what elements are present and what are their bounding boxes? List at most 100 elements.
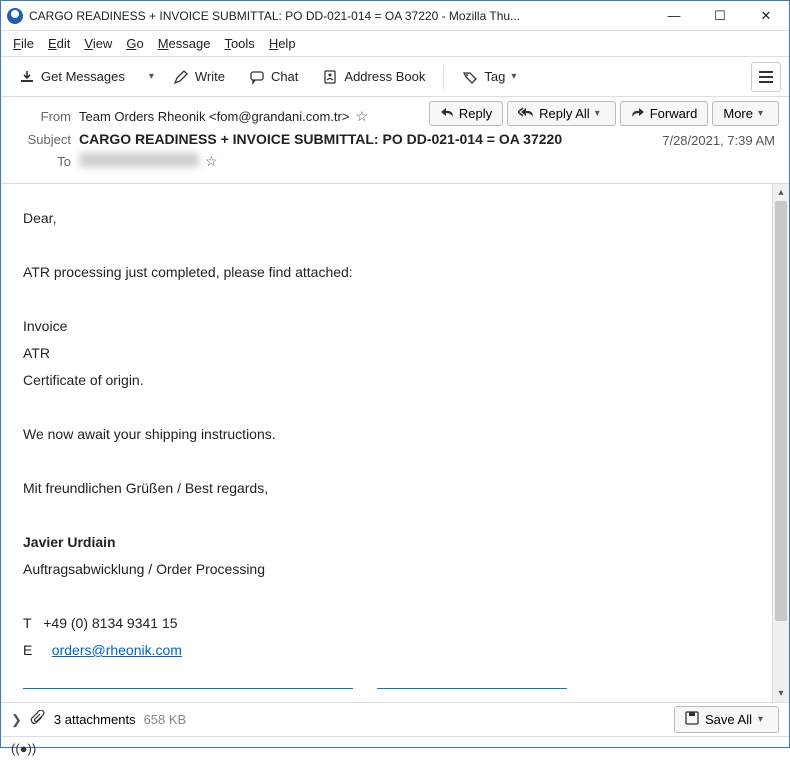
body-item2: ATR <box>23 343 750 364</box>
window-title: CARGO READINESS + INVOICE SUBMITTAL: PO … <box>29 9 651 23</box>
to-row: To ☆ <box>15 150 775 173</box>
subject-label: Subject <box>15 132 71 147</box>
forward-icon <box>631 106 645 121</box>
subject-row: Subject CARGO READINESS + INVOICE SUBMIT… <box>15 128 775 150</box>
chat-button[interactable]: Chat <box>239 63 308 91</box>
window-buttons: — ☐ ✕ <box>651 1 789 31</box>
forward-label: Forward <box>650 106 698 121</box>
reply-all-icon <box>518 106 534 121</box>
save-all-button[interactable]: Save All ▾ <box>674 706 779 733</box>
signature-phone: T +49 (0) 8134 9341 15 <box>23 613 750 634</box>
scroll-down-icon[interactable]: ▾ <box>773 685 789 702</box>
chat-label: Chat <box>271 69 298 84</box>
menubar: File Edit View Go Message Tools Help <box>1 31 789 57</box>
body-line1: ATR processing just completed, please fi… <box>23 262 750 283</box>
subject-value: CARGO READINESS + INVOICE SUBMITTAL: PO … <box>79 131 562 147</box>
download-icon <box>19 69 35 85</box>
message-date: 7/28/2021, 7:39 AM <box>662 133 775 148</box>
star-from-icon[interactable]: ☆ <box>355 108 368 125</box>
attachments-count[interactable]: 3 attachments <box>54 712 136 727</box>
body-item1: Invoice <box>23 316 750 337</box>
get-messages-dropdown[interactable]: ▾ <box>139 65 159 88</box>
reply-icon <box>440 106 454 121</box>
attachments-bar: ❯ 3 attachments 658 KB Save All ▾ <box>1 702 789 736</box>
save-all-dropdown-icon: ▾ <box>758 714 768 725</box>
divider-row-1 <box>23 688 750 689</box>
body-item3: Certificate of origin. <box>23 370 750 391</box>
paperclip-icon <box>30 710 46 730</box>
close-button[interactable]: ✕ <box>743 1 789 31</box>
more-button[interactable]: More ▾ <box>712 101 779 126</box>
reply-button[interactable]: Reply <box>429 101 503 126</box>
expand-attachments-icon[interactable]: ❯ <box>11 712 22 728</box>
menu-view[interactable]: View <box>78 34 118 53</box>
email-label: E <box>23 642 32 658</box>
body-greeting: Dear, <box>23 208 750 229</box>
save-icon <box>685 711 699 728</box>
app-icon <box>7 8 23 24</box>
email-link[interactable]: orders@rheonik.com <box>52 642 182 658</box>
chat-icon <box>249 69 265 85</box>
scroll-up-icon[interactable]: ▴ <box>773 184 789 201</box>
get-messages-label: Get Messages <box>41 69 125 84</box>
pencil-icon <box>173 69 189 85</box>
maximize-button[interactable]: ☐ <box>697 1 743 31</box>
phone-value: +49 (0) 8134 9341 15 <box>43 615 177 631</box>
body-line2: We now await your shipping instructions. <box>23 424 750 445</box>
write-label: Write <box>195 69 225 84</box>
reply-label: Reply <box>459 106 492 121</box>
reply-all-label: Reply All <box>539 106 590 121</box>
titlebar: CARGO READINESS + INVOICE SUBMITTAL: PO … <box>1 1 789 31</box>
attachments-size: 658 KB <box>144 712 187 727</box>
menu-help[interactable]: Help <box>263 34 302 53</box>
scroll-thumb[interactable] <box>775 201 787 621</box>
to-value[interactable] <box>79 153 199 170</box>
write-button[interactable]: Write <box>163 63 235 91</box>
from-label: From <box>15 109 71 124</box>
news-text: Please see the latest news about our del… <box>50 701 420 702</box>
message-body: Dear, ATR processing just completed, ple… <box>1 184 772 702</box>
minimize-button[interactable]: — <box>651 1 697 31</box>
menu-go[interactable]: Go <box>120 34 149 53</box>
reply-all-dropdown-icon: ▾ <box>595 108 605 119</box>
signature-title: Auftragsabwicklung / Order Processing <box>23 559 750 580</box>
menu-tools[interactable]: Tools <box>218 34 260 53</box>
more-label: More <box>723 106 753 121</box>
menu-edit[interactable]: Edit <box>42 34 76 53</box>
hamburger-menu-button[interactable] <box>751 62 781 92</box>
save-all-label: Save All <box>705 712 752 727</box>
tag-button[interactable]: Tag ▾ <box>452 63 531 91</box>
signature-email: E orders@rheonik.com <box>23 640 750 661</box>
menu-file[interactable]: File <box>7 34 40 53</box>
signature-name: Javier Urdiain <box>23 532 750 553</box>
get-messages-button[interactable]: Get Messages <box>9 63 135 91</box>
message-actions: Reply Reply All ▾ Forward More ▾ <box>429 101 779 126</box>
body-regards: Mit freundlichen Grüßen / Best regards, <box>23 478 750 499</box>
to-label: To <box>15 154 71 169</box>
vertical-scrollbar[interactable]: ▴ ▾ <box>772 184 789 702</box>
tag-label: Tag <box>484 69 505 84</box>
statusbar: ((●)) <box>1 736 789 760</box>
news-stars: **** <box>23 701 46 702</box>
more-dropdown-icon: ▾ <box>758 108 768 119</box>
menu-message[interactable]: Message <box>152 34 217 53</box>
activity-icon[interactable]: ((●)) <box>11 741 36 756</box>
message-body-wrap: Dear, ATR processing just completed, ple… <box>1 184 789 702</box>
forward-button[interactable]: Forward <box>620 101 709 126</box>
from-value[interactable]: Team Orders Rheonik <fom@grandani.com.tr… <box>79 109 349 124</box>
phone-label: T <box>23 615 32 631</box>
news-line: **** Please see the latest news about ou… <box>23 699 750 702</box>
tag-icon <box>462 69 478 85</box>
address-book-label: Address Book <box>344 69 425 84</box>
reply-all-button[interactable]: Reply All ▾ <box>507 101 616 126</box>
message-headers: Reply Reply All ▾ Forward More ▾ From Te… <box>1 97 789 184</box>
star-to-icon[interactable]: ☆ <box>205 153 218 170</box>
address-book-icon <box>322 69 338 85</box>
address-book-button[interactable]: Address Book <box>312 63 435 91</box>
click-here-link[interactable]: Click here. <box>442 701 508 702</box>
to-redacted <box>79 153 199 167</box>
toolbar-separator <box>443 65 444 89</box>
news-stars2: *** <box>524 701 542 702</box>
tag-dropdown-icon: ▾ <box>511 71 521 82</box>
toolbar: Get Messages ▾ Write Chat Address Book T… <box>1 57 789 97</box>
